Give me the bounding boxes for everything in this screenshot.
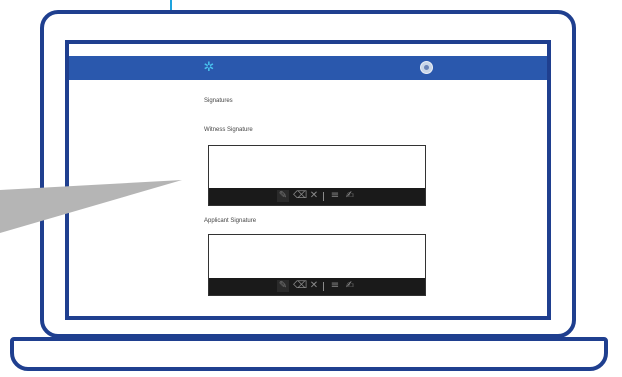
laptop-illustration: ✲ Signatures Witness Signature ✎ ⌫ ✕ ≡ ✍…	[0, 0, 622, 377]
app-header: ✲	[69, 56, 547, 80]
witness-signature-toolbar: ✎ ⌫ ✕ ≡ ✍	[209, 188, 425, 205]
signatures-heading: Signatures	[204, 98, 233, 104]
edit-icon[interactable]: ✍	[344, 280, 356, 292]
pen-icon[interactable]: ✎	[277, 190, 289, 202]
witness-signature-pad[interactable]: ✎ ⌫ ✕ ≡ ✍	[208, 145, 426, 206]
applicant-signature-pad[interactable]: ✎ ⌫ ✕ ≡ ✍	[208, 234, 426, 296]
laptop-hinge	[14, 337, 604, 341]
laptop-base	[10, 337, 608, 371]
eraser-icon[interactable]: ⌫	[293, 190, 307, 202]
pen-icon[interactable]: ✎	[277, 280, 289, 292]
applicant-signature-canvas[interactable]	[209, 235, 425, 279]
edit-icon[interactable]: ✍	[344, 190, 356, 202]
eraser-icon[interactable]: ⌫	[293, 280, 307, 292]
toolbar-divider	[323, 282, 324, 291]
close-icon[interactable]: ✕	[308, 190, 320, 202]
laptop-screen: ✲ Signatures Witness Signature ✎ ⌫ ✕ ≡ ✍…	[65, 40, 551, 320]
close-icon[interactable]: ✕	[308, 280, 320, 292]
applicant-signature-label: Applicant Signature	[204, 218, 257, 224]
avatar[interactable]	[420, 61, 433, 74]
witness-signature-canvas[interactable]	[209, 146, 425, 189]
gear-icon[interactable]: ✲	[202, 61, 216, 75]
witness-signature-label: Witness Signature	[204, 127, 253, 133]
toolbar-divider	[323, 192, 324, 201]
lines-icon[interactable]: ≡	[329, 280, 341, 292]
applicant-signature-toolbar: ✎ ⌫ ✕ ≡ ✍	[209, 278, 425, 295]
lines-icon[interactable]: ≡	[329, 190, 341, 202]
